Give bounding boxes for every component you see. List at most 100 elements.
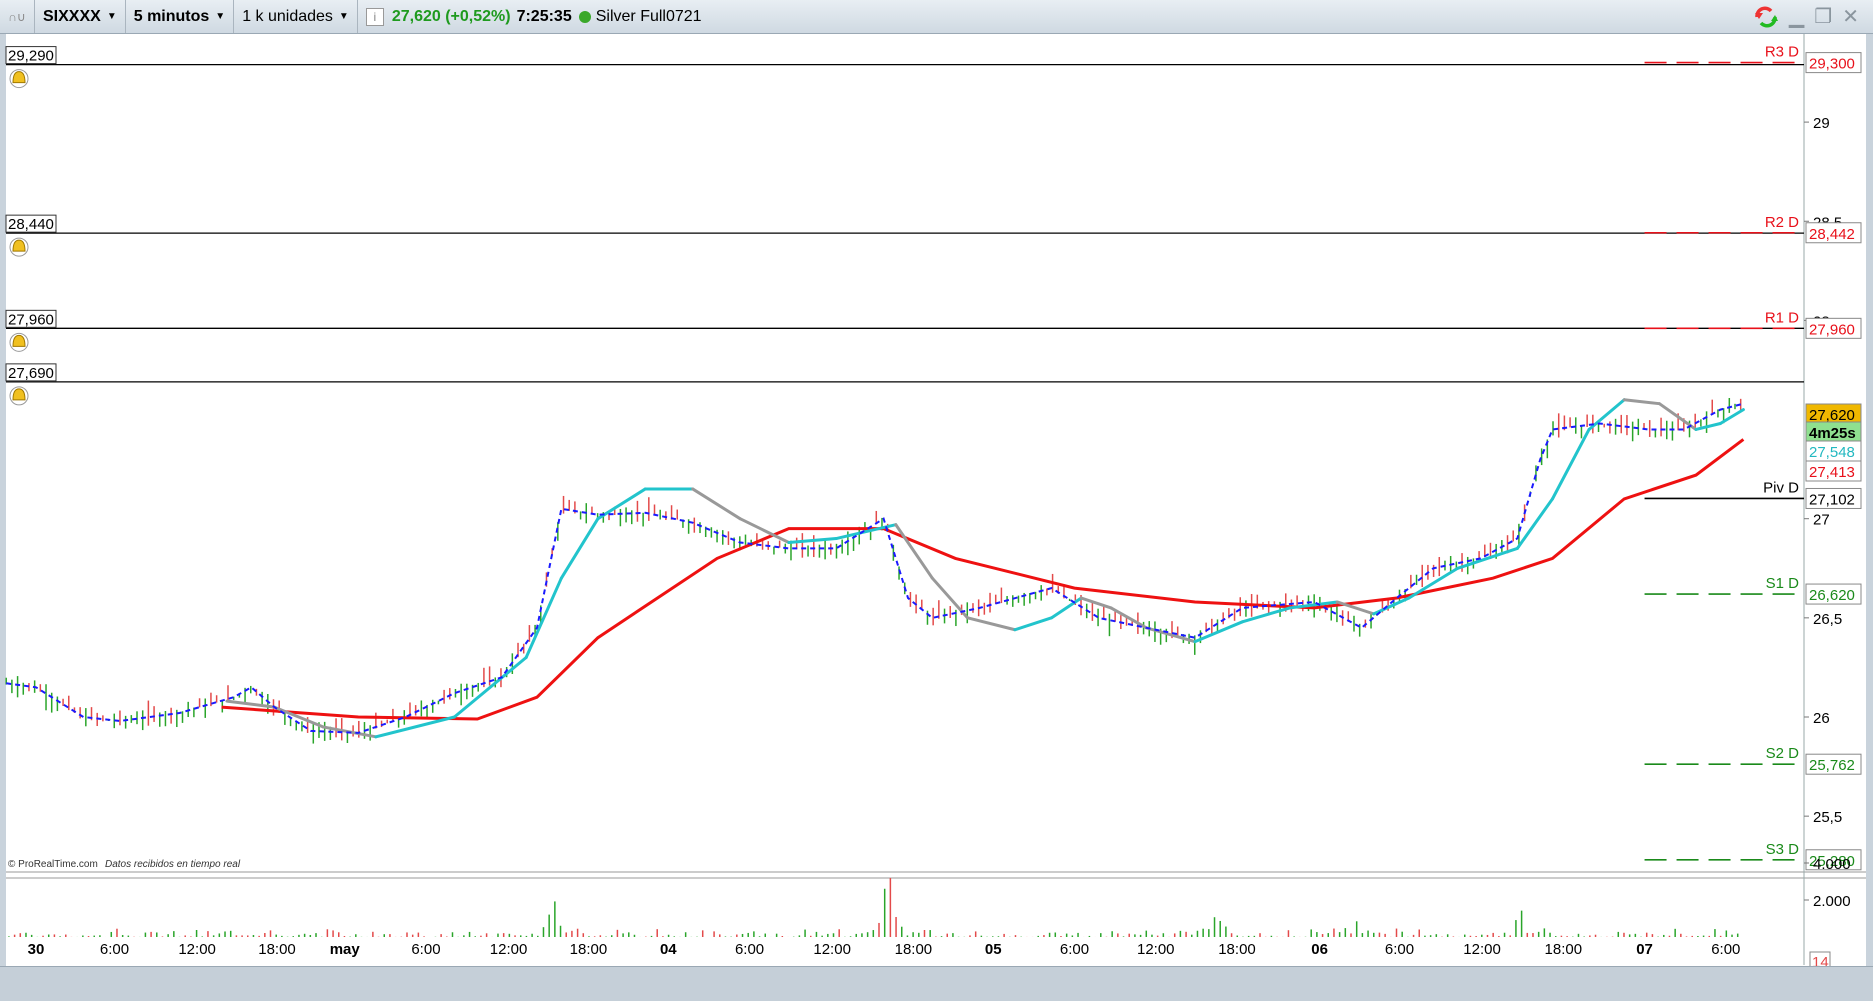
price-chart[interactable]: 2928,5282726,52625,529,29028,44027,96027… <box>0 34 1873 966</box>
x-tick-label: 12:00 <box>178 941 216 958</box>
alert-label: 27,690 <box>8 365 54 382</box>
refresh-icon[interactable] <box>1753 5 1779 29</box>
ma-fast-segment <box>1515 497 1554 550</box>
bell-icon[interactable] <box>9 332 29 352</box>
y-tick-label: 26 <box>1813 710 1830 727</box>
x-tick-label: 18:00 <box>570 941 608 958</box>
x-tick-label: 06 <box>1311 941 1328 958</box>
status-dot-icon <box>578 10 591 23</box>
ma-slow-line <box>221 438 1745 721</box>
x-tick-label: 04 <box>660 941 677 958</box>
x-tick-label: 6:00 <box>1711 941 1740 958</box>
symbol-label: SIXXXX <box>43 7 101 25</box>
timeframe-dropdown[interactable]: 5 minutos ▼ <box>126 0 235 33</box>
quote-info: i 27,620 (+0,52%) 7:25:35 Silver Full072… <box>358 0 710 33</box>
bell-icon[interactable] <box>9 386 29 406</box>
alert-label: 27,960 <box>8 311 54 328</box>
x-tick-label: may <box>330 941 361 958</box>
ma-fast-segment <box>1050 596 1083 620</box>
x-tick-label: 12:00 <box>1463 941 1501 958</box>
restore-icon[interactable]: ❐ <box>1814 4 1832 29</box>
pivot-name: S3 D <box>1766 841 1800 858</box>
x-tick-label: 6:00 <box>1385 941 1414 958</box>
last-price-badge: 27,620 <box>1809 407 1855 424</box>
ma-fast-segment <box>894 523 934 580</box>
pivot-name: R3 D <box>1765 44 1799 61</box>
y-tick-label: 26,5 <box>1813 611 1842 628</box>
ma-fast-segment <box>559 517 600 580</box>
pivot-value: 27,960 <box>1809 321 1855 338</box>
x-tick-label: 05 <box>985 941 1002 958</box>
chart-area[interactable]: 2928,5282726,52625,529,29028,44027,96027… <box>0 34 1873 966</box>
y-tick-label: 25,5 <box>1813 809 1842 826</box>
window-controls: ▁ ❐ ✕ <box>1753 4 1859 29</box>
pivot-value: 26,620 <box>1809 587 1855 604</box>
x-tick-label: 07 <box>1636 941 1653 958</box>
x-tick-label: 6:00 <box>100 941 129 958</box>
bell-icon[interactable] <box>9 69 29 89</box>
chevron-down-icon: ▼ <box>338 11 349 22</box>
y-tick-label: 27 <box>1813 512 1830 529</box>
pivot-name: R2 D <box>1765 214 1799 231</box>
units-dropdown[interactable]: 1 k unidades ▼ <box>234 0 358 33</box>
chevron-down-icon: ▼ <box>215 11 226 22</box>
price-line <box>6 402 1744 734</box>
drag-grip-icon[interactable]: ∩∪ <box>0 0 35 33</box>
x-tick-label: 18:00 <box>258 941 296 958</box>
x-tick-label: 6:00 <box>1060 941 1089 958</box>
ma-fast-segment <box>966 616 1017 632</box>
bottom-bar <box>0 966 1873 1001</box>
close-icon[interactable]: ✕ <box>1842 4 1859 29</box>
x-tick-label: 18:00 <box>895 941 933 958</box>
pivot-value: 28,442 <box>1809 226 1855 243</box>
ma-fast-badge: 27,548 <box>1809 444 1855 461</box>
pivot-name: R1 D <box>1765 309 1799 326</box>
quote-time: 7:25:35 <box>516 7 572 25</box>
alert-label: 29,290 <box>8 48 54 65</box>
ma-fast-segment <box>691 487 742 521</box>
feed-status: Silver Full0721 <box>595 7 702 25</box>
timeframe-label: 5 minutos <box>133 7 210 25</box>
ma-fast-segment <box>1079 596 1113 610</box>
ma-fast-segment <box>1013 616 1053 632</box>
ma-slow-badge: 27,413 <box>1809 464 1855 481</box>
ma-fast-segment <box>1240 606 1292 624</box>
x-tick-label: 12:00 <box>1137 941 1175 958</box>
bell-icon[interactable] <box>9 237 29 257</box>
ma-fast-segment <box>1144 626 1197 644</box>
x-tick-label: 18:00 <box>1545 941 1583 958</box>
ma-fast-segment <box>1456 546 1519 570</box>
info-icon[interactable]: i <box>365 7 384 26</box>
symbol-dropdown[interactable]: SIXXXX ▼ <box>35 0 126 33</box>
watermark-brand: © ProRealTime.com <box>8 859 98 870</box>
volume-tick-label: 4.000 <box>1813 856 1851 873</box>
pivot-value: 29,300 <box>1809 56 1855 73</box>
x-tick-label: 6:00 <box>735 941 764 958</box>
left-strip <box>0 34 6 966</box>
ma-fast-segment <box>1622 398 1661 406</box>
ma-fast-segment <box>1694 422 1722 431</box>
chevron-down-icon: ▼ <box>106 11 117 22</box>
pivot-name: S2 D <box>1766 745 1800 762</box>
x-tick-label: 18:00 <box>1218 941 1256 958</box>
x-tick-label: 30 <box>28 941 45 958</box>
volume-tick-label: 2.000 <box>1813 893 1851 910</box>
toolbar: ∩∪ SIXXXX ▼ 5 minutos ▼ 1 k unidades ▼ i 27… <box>0 0 1873 34</box>
pivot-name: S1 D <box>1766 575 1800 592</box>
pivot-value: 27,102 <box>1809 491 1855 508</box>
pivot-value: 25,762 <box>1809 757 1855 774</box>
volume-last: 14 <box>1812 954 1829 966</box>
ma-fast-segment <box>1193 620 1244 644</box>
y-tick-label: 29 <box>1813 115 1830 132</box>
watermark-text: Datos recibidos en tiempo real <box>105 859 241 870</box>
pivot-name: Piv D <box>1763 479 1799 496</box>
units-label: 1 k unidades <box>242 7 333 25</box>
countdown-badge: 4m25s <box>1809 425 1856 442</box>
ma-fast-segment <box>1550 427 1591 501</box>
last-quote: 27,620 (+0,52%) <box>391 7 511 25</box>
x-tick-label: 12:00 <box>813 941 851 958</box>
x-tick-label: 12:00 <box>490 941 528 958</box>
x-tick-label: 6:00 <box>411 941 440 958</box>
minimize-icon[interactable]: ▁ <box>1789 4 1804 29</box>
alert-label: 28,440 <box>8 216 54 233</box>
